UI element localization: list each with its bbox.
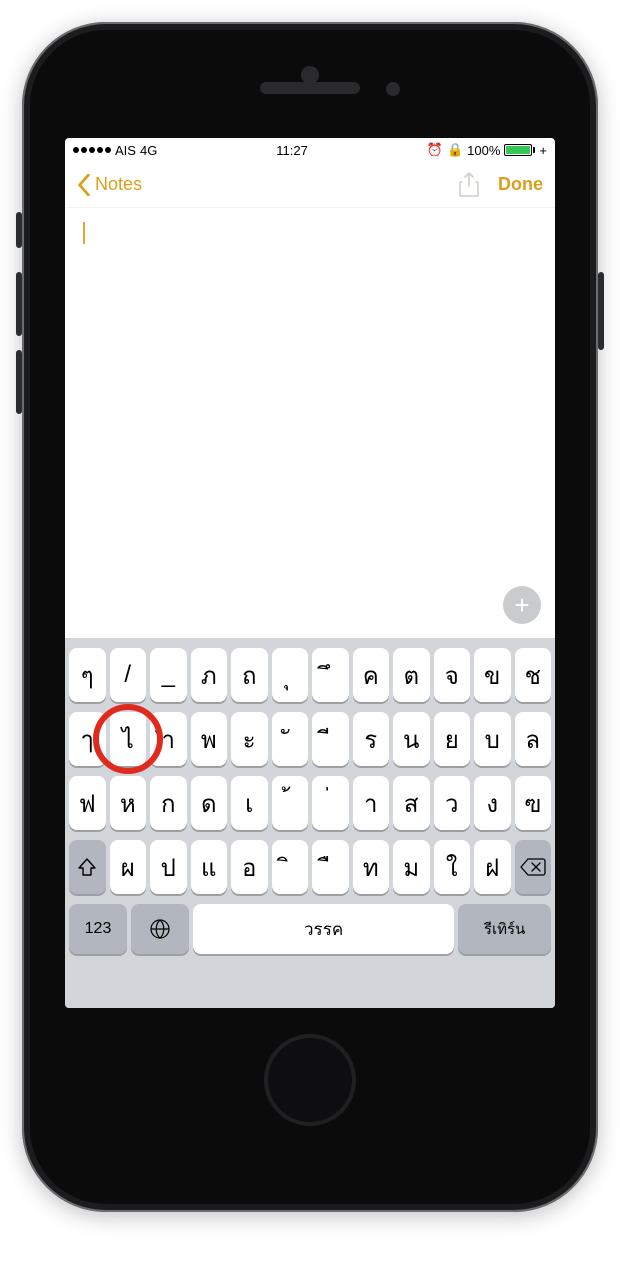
key-row2-7[interactable]: ร <box>353 712 390 766</box>
key-row4-0[interactable]: ผ <box>110 840 147 894</box>
key-row4-2[interactable]: แ <box>191 840 228 894</box>
battery-icon <box>504 144 535 156</box>
backspace-icon <box>520 857 546 877</box>
back-button[interactable]: Notes <box>77 174 142 196</box>
key-row4-5[interactable]: ื <box>312 840 349 894</box>
key-row2-3[interactable]: พ <box>191 712 228 766</box>
key-row2-0[interactable]: ๅ <box>69 712 106 766</box>
key-row3-0[interactable]: ฟ <box>69 776 106 830</box>
key-row-3: ฟหกดเ้่าสวงฃ <box>69 776 551 830</box>
shift-icon <box>76 856 98 878</box>
signal-strength-icon <box>73 147 111 153</box>
globe-key[interactable] <box>131 904 189 954</box>
space-key[interactable]: วรรค <box>193 904 454 954</box>
key-row3-4[interactable]: เ <box>231 776 268 830</box>
front-sensor <box>301 66 319 84</box>
charging-indicator: + <box>539 143 547 158</box>
key-row-2: ๅไำพะัีรนยบล <box>69 712 551 766</box>
key-row4-8[interactable]: ใ <box>434 840 471 894</box>
chevron-left-icon <box>77 174 91 196</box>
key-row3-1[interactable]: ห <box>110 776 147 830</box>
key-row2-4[interactable]: ะ <box>231 712 268 766</box>
key-row4-3[interactable]: อ <box>231 840 268 894</box>
key-row3-9[interactable]: ว <box>434 776 471 830</box>
navigation-bar: Notes Done <box>65 162 555 208</box>
phone-screen: AIS 4G 11:27 ⏰ 🔒 100% + Not <box>65 138 555 1008</box>
thai-keyboard: ๆ/_ภถุึคตจขช ๅไำพะัีรนยบล ฟหกดเ้่าสวงฃ ผ… <box>65 638 555 1008</box>
key-row3-5[interactable]: ้ <box>272 776 309 830</box>
key-row3-7[interactable]: า <box>353 776 390 830</box>
key-row3-8[interactable]: ส <box>393 776 430 830</box>
share-icon[interactable] <box>458 172 480 198</box>
key-row1-9[interactable]: จ <box>434 648 471 702</box>
key-row1-6[interactable]: ึ <box>312 648 349 702</box>
key-row2-2[interactable]: ำ <box>150 712 187 766</box>
network-label: 4G <box>140 143 157 158</box>
note-editor[interactable]: + <box>65 208 555 638</box>
key-row1-5[interactable]: ุ <box>272 648 309 702</box>
key-row-1: ๆ/_ภถุึคตจขช <box>69 648 551 702</box>
plus-icon: + <box>514 590 529 621</box>
nav-right-group: Done <box>458 172 543 198</box>
key-row1-10[interactable]: ข <box>474 648 511 702</box>
return-key[interactable]: รีเทิร์น <box>458 904 551 954</box>
key-row2-10[interactable]: บ <box>474 712 511 766</box>
key-row1-1[interactable]: / <box>110 648 147 702</box>
key-row4-1[interactable]: ป <box>150 840 187 894</box>
key-row1-4[interactable]: ถ <box>231 648 268 702</box>
home-button[interactable] <box>264 1034 356 1126</box>
key-row2-11[interactable]: ล <box>515 712 552 766</box>
key-row3-2[interactable]: ก <box>150 776 187 830</box>
key-row4-9[interactable]: ฝ <box>474 840 511 894</box>
key-row1-8[interactable]: ต <box>393 648 430 702</box>
add-attachment-button[interactable]: + <box>503 586 541 624</box>
status-bar: AIS 4G 11:27 ⏰ 🔒 100% + <box>65 138 555 162</box>
mute-switch <box>16 212 22 248</box>
battery-pct-label: 100% <box>467 143 500 158</box>
key-row2-6[interactable]: ี <box>312 712 349 766</box>
alarm-icon: ⏰ <box>427 142 443 158</box>
key-row4-4[interactable]: ิ <box>272 840 309 894</box>
volume-up-button <box>16 272 22 336</box>
key-row1-3[interactable]: ภ <box>191 648 228 702</box>
key-row2-8[interactable]: น <box>393 712 430 766</box>
phone-bezel: AIS 4G 11:27 ⏰ 🔒 100% + Not <box>30 30 590 1204</box>
globe-icon <box>148 917 172 941</box>
done-button[interactable]: Done <box>498 174 543 195</box>
key-row4-7[interactable]: ม <box>393 840 430 894</box>
key-row4-6[interactable]: ท <box>353 840 390 894</box>
carrier-label: AIS <box>115 143 136 158</box>
key-row2-9[interactable]: ย <box>434 712 471 766</box>
status-left: AIS 4G <box>73 143 157 158</box>
key-row2-5[interactable]: ั <box>272 712 309 766</box>
backspace-key[interactable] <box>515 840 552 894</box>
key-row1-7[interactable]: ค <box>353 648 390 702</box>
iphone-device-frame: AIS 4G 11:27 ⏰ 🔒 100% + Not <box>22 22 598 1212</box>
status-right: ⏰ 🔒 100% + <box>427 142 547 158</box>
power-button <box>598 272 604 350</box>
key-row3-3[interactable]: ด <box>191 776 228 830</box>
key-row1-11[interactable]: ช <box>515 648 552 702</box>
orientation-lock-icon: 🔒 <box>447 142 463 158</box>
key-row1-0[interactable]: ๆ <box>69 648 106 702</box>
key-row-5: 123 วรรค รีเทิร์น <box>69 904 551 954</box>
text-cursor <box>83 222 85 244</box>
key-row-4: ผปแอิืทมใฝ <box>69 840 551 894</box>
key-row3-11[interactable]: ฃ <box>515 776 552 830</box>
key-row1-2[interactable]: _ <box>150 648 187 702</box>
key-row3-10[interactable]: ง <box>474 776 511 830</box>
key-row2-1[interactable]: ไ <box>110 712 147 766</box>
clock-label: 11:27 <box>276 143 308 158</box>
back-label: Notes <box>95 174 142 195</box>
volume-down-button <box>16 350 22 414</box>
numbers-key[interactable]: 123 <box>69 904 127 954</box>
shift-key[interactable] <box>69 840 106 894</box>
front-camera <box>386 82 400 96</box>
key-row3-6[interactable]: ่ <box>312 776 349 830</box>
